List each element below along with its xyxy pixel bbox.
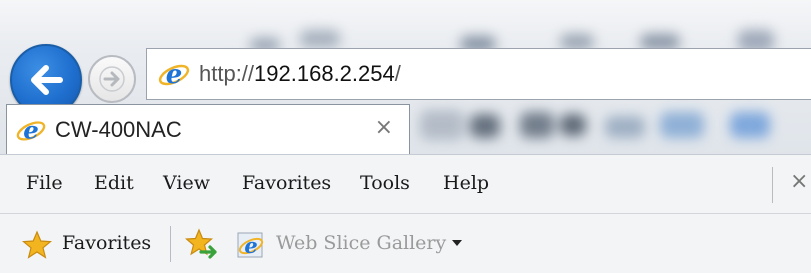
menu-bar: File Edit View Favorites Tools Help × (0, 154, 811, 214)
menu-edit[interactable]: Edit (94, 172, 134, 194)
forward-arrow-icon (99, 66, 125, 92)
favorites-bar: Favorites e Web Slice Gallery (0, 214, 811, 273)
svg-text:e: e (244, 233, 257, 258)
forward-button[interactable] (88, 55, 136, 103)
web-slice-gallery-link[interactable]: Web Slice Gallery (276, 232, 446, 254)
menu-file[interactable]: File (26, 172, 63, 194)
url-scheme: http:// (199, 61, 255, 86)
browser-tab[interactable]: e CW-400NAC × (6, 104, 410, 154)
url-path: / (394, 61, 401, 86)
menu-help[interactable]: Help (443, 172, 489, 194)
menu-close-icon[interactable]: × (790, 169, 808, 194)
menu-favorites[interactable]: Favorites (242, 172, 331, 194)
chevron-down-icon[interactable] (452, 240, 462, 246)
address-bar[interactable]: e http://192.168.2.254/ (146, 48, 811, 100)
menu-view[interactable]: View (163, 172, 210, 194)
add-to-favorites-bar-icon[interactable] (185, 228, 219, 260)
tab-title: CW-400NAC (55, 116, 182, 142)
favorites-divider (170, 226, 171, 262)
ie-web-slice-icon: e (237, 232, 264, 258)
star-icon[interactable] (22, 230, 52, 260)
ie-page-icon: e (16, 115, 46, 144)
favorites-button[interactable]: Favorites (62, 232, 151, 254)
url-host: 192.168.2.254 (254, 61, 395, 86)
ie-page-icon: e (158, 60, 190, 90)
tab-close-icon[interactable]: × (375, 115, 393, 140)
svg-text:e: e (23, 115, 39, 144)
menu-tools[interactable]: Tools (360, 172, 410, 194)
back-arrow-icon (31, 65, 63, 95)
menu-divider (772, 167, 773, 203)
svg-text:e: e (166, 60, 183, 90)
url-text[interactable]: http://192.168.2.254/ (199, 61, 401, 87)
